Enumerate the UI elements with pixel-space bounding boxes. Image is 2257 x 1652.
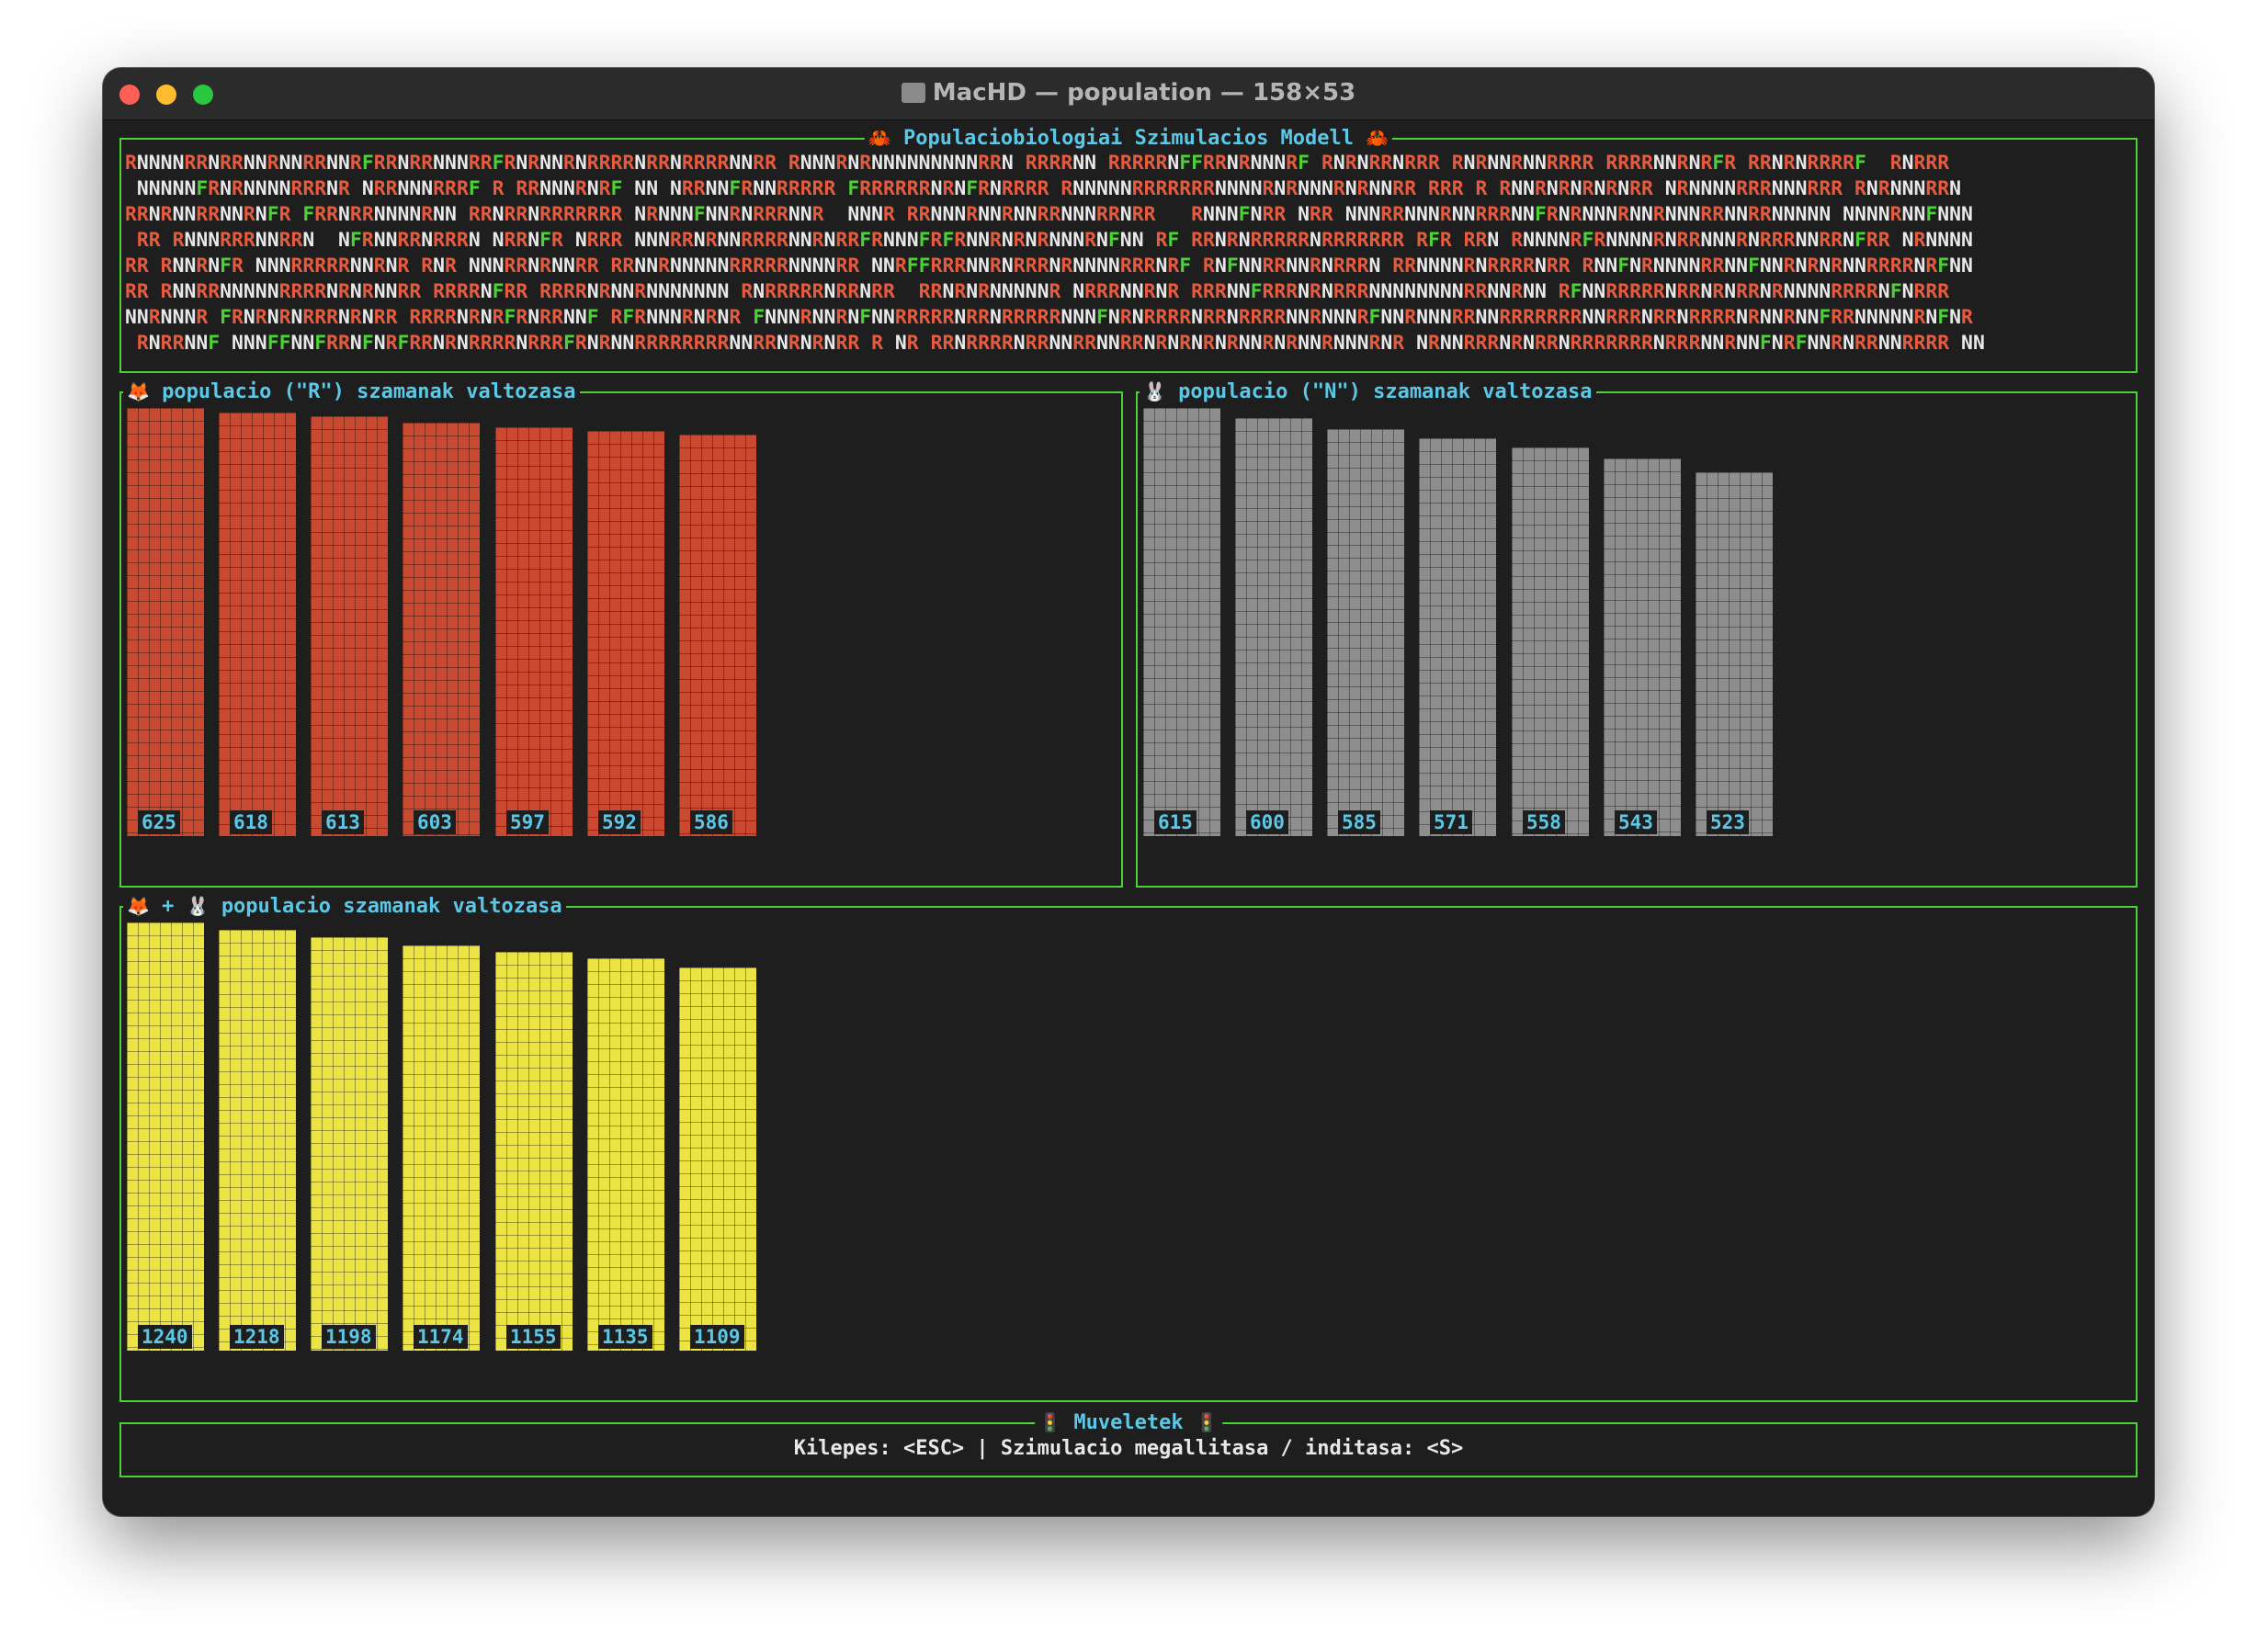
controls-help-text: Kilepes: <ESC> | Szimulacio megallitasa …: [793, 1437, 1464, 1460]
bar-value-label: 597: [506, 810, 549, 834]
chart-total-panel: 🦊 + 🐰 populacio szamanak valtozasa 1240 1…: [119, 893, 2138, 1402]
title-bar: MacHD — population — 158×53: [103, 68, 2154, 120]
fox-icon: 🦊: [127, 380, 150, 402]
bar-value-label: 603: [414, 810, 456, 834]
chart-bar: 558: [1512, 447, 1589, 836]
simulation-title: Populaciobiologiai Szimulacios Modell: [902, 127, 1355, 150]
simulation-grid: RNNNNRRNRRNNRNNRRNNRFRRNRRNNNRRFRNRNNRNR…: [125, 151, 2132, 356]
chart-bar: 615: [1143, 408, 1220, 836]
window-title: MacHD — population — 158×53: [932, 79, 1356, 107]
chart-r-title: populacio ("R") szamanak valtozasa: [162, 380, 576, 403]
bar-value-label: 1240: [138, 1325, 192, 1349]
bar-value-label: 618: [230, 810, 272, 834]
controls-title: Muveletek: [1073, 1411, 1184, 1434]
bar-value-label: 1135: [598, 1325, 652, 1349]
bar-value-label: 523: [1707, 810, 1749, 834]
bar-value-label: 625: [138, 810, 180, 834]
simulation-line: RR RNNRNFR NNNRRRRRNNRNR RNR NNNRRNRNNRR…: [125, 255, 1973, 277]
traffic-light-icon: 🚦: [1038, 1411, 1062, 1433]
window-title-container: MacHD — population — 158×53: [103, 79, 2154, 107]
chart-bar: 543: [1604, 458, 1681, 836]
chart-total-plus: +: [162, 895, 175, 918]
fox-icon: 🦊: [127, 895, 150, 917]
chart-bar: 597: [495, 427, 573, 836]
chart-n-title-wrap: 🐰 populacio ("N") szamanak valtozasa: [1140, 379, 1596, 405]
rabbit-icon: 🐰: [1143, 380, 1166, 402]
bar-value-label: 586: [690, 810, 732, 834]
chart-bar: 613: [311, 416, 388, 836]
bar-value-label: 1174: [414, 1325, 468, 1349]
chart-n-title: populacio ("N") szamanak valtozasa: [1178, 380, 1593, 403]
controls-panel: 🚦 Muveletek 🚦 Kilepes: <ESC> | Szimulaci…: [119, 1409, 2138, 1477]
bar-value-label: 592: [598, 810, 641, 834]
simulation-line: NNNNNFRNRNNNNRRRNR NRRNNNRRRF R RRNNNRNR…: [136, 177, 1962, 200]
bar-value-label: 571: [1430, 810, 1472, 834]
bar-value-label: 1155: [506, 1325, 561, 1349]
bar-value-label: 558: [1523, 810, 1565, 834]
chart-n-plot: 615 600 585 571 558 543 523: [1143, 408, 2127, 836]
chart-total-title: populacio szamanak valtozasa: [221, 895, 562, 918]
crab-icon: 🦀: [868, 127, 891, 149]
traffic-light-icon: 🚦: [1195, 1411, 1219, 1433]
simulation-line: RR RNNNRRRNNRRN NFRNNRRNRRRN NRRNFR NRRR…: [136, 229, 1973, 252]
simulation-line: NNRNNNR FRNRNRNRRRNRNRR RRRRNRNRFRNRRNNF…: [125, 306, 1973, 329]
controls-title-wrap: 🚦 Muveletek 🚦: [1035, 1409, 1222, 1436]
chart-r-title-wrap: 🦊 populacio ("R") szamanak valtozasa: [123, 379, 580, 405]
chart-total-plot: 1240 1218 1198 1174 1155 1135 1109: [127, 922, 1110, 1351]
chart-bar: 1135: [587, 958, 664, 1351]
rabbit-icon: 🐰: [186, 895, 210, 917]
bar-value-label: 543: [1615, 810, 1657, 834]
bar-value-label: 1198: [322, 1325, 376, 1349]
chart-n-panel: 🐰 populacio ("N") szamanak valtozasa 615…: [1136, 379, 2138, 888]
bar-value-label: 585: [1338, 810, 1380, 834]
chart-bar: 571: [1419, 438, 1496, 836]
simulation-panel-title: 🦀 Populaciobiologiai Szimulacios Modell …: [864, 125, 1393, 152]
chart-bar: 523: [1696, 472, 1773, 836]
chart-bar: 1240: [127, 922, 204, 1351]
bar-value-label: 613: [322, 810, 364, 834]
bar-value-label: 600: [1246, 810, 1288, 834]
simulation-panel: 🦀 Populaciobiologiai Szimulacios Modell …: [119, 125, 2138, 373]
chart-bar: 1155: [495, 952, 573, 1351]
chart-bar: 1218: [219, 930, 296, 1351]
chart-bar: 592: [587, 431, 664, 836]
bar-value-label: 1218: [230, 1325, 284, 1349]
chart-bar: 1174: [403, 945, 480, 1351]
terminal-icon: [901, 83, 925, 103]
chart-r-plot: 625 618 613 603 597 592 586: [127, 408, 1110, 836]
chart-bar: 600: [1235, 418, 1312, 836]
chart-bar: 603: [403, 423, 480, 836]
simulation-line: RNRRNNF NNNFFNNFRRNFNRFRRNRNRRRRNRRRFRNR…: [136, 332, 1985, 355]
chart-bar: 625: [127, 408, 204, 836]
chart-r-panel: 🦊 populacio ("R") szamanak valtozasa 625…: [119, 379, 1123, 888]
crab-icon: 🦀: [1366, 127, 1389, 149]
terminal-window: MacHD — population — 158×53 🦀 Populaciob…: [103, 68, 2154, 1516]
bar-value-label: 615: [1154, 810, 1197, 834]
chart-bar: 1109: [679, 967, 756, 1351]
simulation-line: RRNRNNRRNNRNFR FRRNRRNNNNRNN RRNRRNRRRRR…: [125, 203, 1973, 226]
bar-value-label: 1109: [690, 1325, 744, 1349]
chart-bar: 1198: [311, 937, 388, 1351]
simulation-line: RNNNNRRNRRNNRNNRRNNRFRRNRRNNNRRFRNRNNRNR…: [125, 152, 1950, 175]
chart-bar: 586: [679, 435, 756, 836]
simulation-line: RR RNNRRNNNNNRRRRNRNRNNRR RRRRNFRR RRRRN…: [125, 280, 1950, 303]
chart-total-title-wrap: 🦊 + 🐰 populacio szamanak valtozasa: [123, 893, 566, 920]
chart-bar: 585: [1327, 429, 1404, 836]
chart-bar: 618: [219, 413, 296, 836]
